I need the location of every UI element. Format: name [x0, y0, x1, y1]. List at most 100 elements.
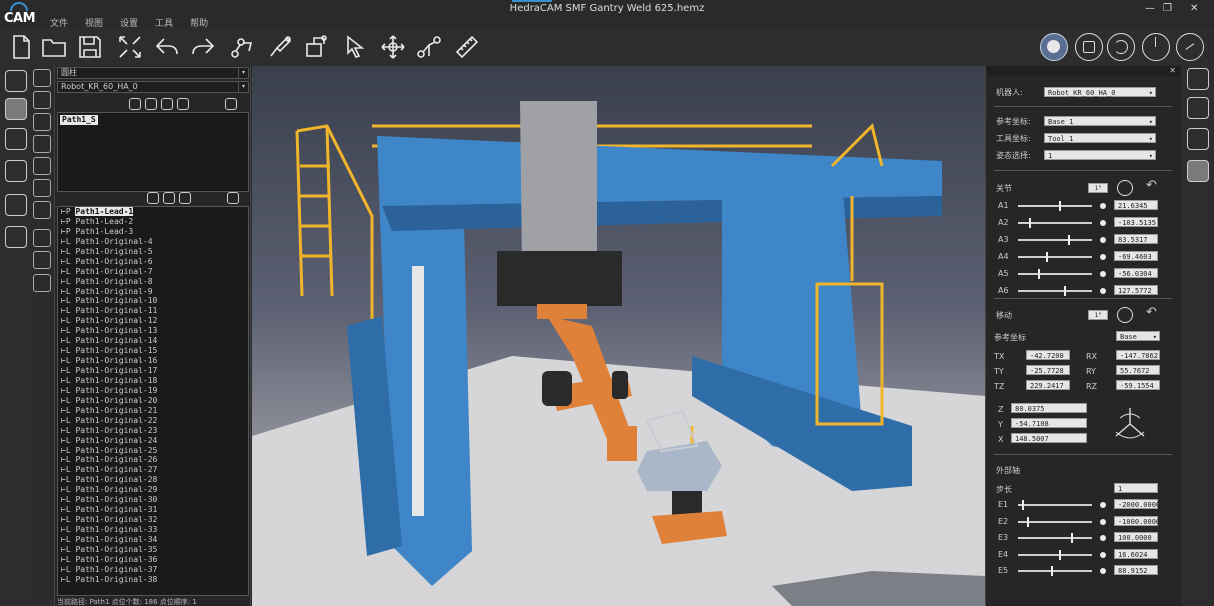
tree-row[interactable]: ⊢L Path1-Original-37 — [58, 565, 248, 575]
document-icon[interactable] — [1187, 97, 1209, 119]
view-mode-4-icon[interactable] — [1142, 33, 1170, 61]
joint-step-select[interactable]: 1° — [1088, 183, 1108, 193]
robot-icon[interactable] — [5, 128, 27, 150]
move-icon[interactable] — [378, 32, 408, 62]
add-point-icon[interactable] — [163, 192, 175, 204]
tree-row[interactable]: ⊢L Path1-Original-4 — [58, 237, 248, 247]
rotate-point-icon[interactable] — [179, 192, 191, 204]
joints-slider[interactable] — [1018, 235, 1092, 245]
z-field[interactable]: 80.0375 — [1011, 403, 1087, 413]
move-step-select[interactable]: 1° — [1088, 310, 1108, 320]
x-field[interactable]: 148.5007 — [1011, 433, 1087, 443]
search-icon[interactable] — [129, 98, 141, 110]
tool-icon[interactable] — [5, 160, 27, 182]
ext_axes-slider[interactable] — [1018, 516, 1092, 527]
post-process-icon[interactable] — [5, 226, 27, 248]
slider-thumb[interactable] — [1068, 235, 1071, 245]
ext_axes-value[interactable]: 16.6024 — [1114, 548, 1158, 559]
joints-slider[interactable] — [1018, 269, 1092, 279]
gauge-icon[interactable] — [33, 229, 51, 247]
robot-select[interactable]: Robot_KR_60_HA_0 — [1044, 87, 1156, 98]
simulation-icon[interactable] — [5, 194, 27, 216]
point-path-icon[interactable] — [33, 113, 51, 131]
ry-field[interactable]: 55.7672 — [1116, 365, 1160, 375]
y-field[interactable]: -54.7108 — [1011, 418, 1087, 428]
slider-thumb[interactable] — [1037, 269, 1040, 279]
joints-slider[interactable] — [1018, 201, 1092, 211]
curve-select-icon[interactable] — [33, 69, 51, 87]
ext_axes-slider[interactable] — [1018, 533, 1092, 543]
ty-field[interactable]: -25.7728 — [1026, 365, 1070, 375]
orientation-triad-icon[interactable] — [1106, 404, 1154, 444]
ext_axes-value[interactable]: 88.9152 — [1114, 565, 1158, 575]
path-edit-icon[interactable] — [5, 98, 27, 120]
tree-row[interactable]: ⊢L Path1-Original-14 — [58, 336, 248, 346]
tree-row[interactable]: ⊢P Path1-Lead-2 — [58, 217, 248, 227]
3d-viewport[interactable] — [252, 66, 985, 606]
tree-row[interactable]: ⊢L Path1-Original-10 — [58, 296, 248, 306]
slider-thumb[interactable] — [1046, 252, 1049, 262]
rotate-path-icon[interactable] — [33, 157, 51, 175]
view-mode-2-icon[interactable] — [1075, 33, 1103, 61]
tree-row[interactable]: ⊢L Path1-Original-19 — [58, 386, 248, 396]
slider-thumb[interactable] — [1063, 286, 1066, 296]
tree-row[interactable]: ⊢P Path1-Lead-1 — [58, 207, 248, 217]
slider-thumb[interactable] — [1071, 533, 1074, 543]
tree-row[interactable]: ⊢L Path1-Original-18 — [58, 376, 248, 386]
step-field[interactable]: 1 — [1114, 483, 1158, 493]
tree-row[interactable]: ⊢L Path1-Original-31 — [58, 505, 248, 515]
tree-row[interactable]: ⊢L Path1-Original-27 — [58, 465, 248, 475]
code-icon[interactable] — [33, 201, 51, 219]
tree-row[interactable]: ⊢L Path1-Original-20 — [58, 396, 248, 406]
maximize-button[interactable]: ❐ — [1163, 3, 1172, 14]
tree-row[interactable]: ⊢P Path1-Lead-3 — [58, 227, 248, 237]
tree-row[interactable]: ⊢L Path1-Original-33 — [58, 525, 248, 535]
config-select[interactable]: 1 — [1044, 150, 1156, 161]
view-mode-5-icon[interactable] — [1176, 33, 1204, 61]
tree-row[interactable]: ⊢L Path1-Original-30 — [58, 495, 248, 505]
view-mode-1-icon[interactable] — [1040, 33, 1068, 61]
move-up-icon[interactable] — [195, 192, 207, 204]
slider-thumb[interactable] — [1029, 218, 1032, 228]
joints-slider[interactable] — [1018, 218, 1092, 228]
joints-slider[interactable] — [1018, 286, 1092, 296]
slider-thumb[interactable] — [1026, 516, 1029, 527]
tree-row[interactable]: ⊢L Path1-Original-35 — [58, 545, 248, 555]
tree-row[interactable]: ⊢L Path1-Original-6 — [58, 257, 248, 267]
tree-row[interactable]: ⊢L Path1-Original-15 — [58, 346, 248, 356]
move-ref-select[interactable]: Base — [1116, 331, 1160, 342]
joints-value[interactable]: 83.5317 — [1114, 234, 1158, 244]
ext_axes-slider[interactable] — [1018, 500, 1092, 510]
undo-icon[interactable] — [152, 32, 182, 62]
close-button[interactable]: ✕ — [1190, 3, 1198, 14]
ext_axes-slider[interactable] — [1018, 566, 1092, 576]
view-mode-3-icon[interactable] — [1107, 33, 1135, 61]
open-folder-icon[interactable] — [39, 32, 69, 62]
link-path-icon[interactable] — [33, 135, 51, 153]
chevron-left-icon[interactable] — [193, 98, 205, 110]
tree-row[interactable]: ⊢L Path1-Original-32 — [58, 515, 248, 525]
chart-icon[interactable] — [33, 251, 51, 269]
tree-row[interactable]: ⊢L Path1-Original-12 — [58, 316, 248, 326]
slider-thumb[interactable] — [1058, 549, 1061, 560]
surface-path-icon[interactable] — [33, 91, 51, 109]
tree-row[interactable]: ⊢L Path1-Original-9 — [58, 287, 248, 297]
tree-row[interactable]: ⊢L Path1-Original-8 — [58, 277, 248, 287]
rz-field[interactable]: -59.1554 — [1116, 380, 1160, 390]
tree-row[interactable]: ⊢L Path1-Original-7 — [58, 267, 248, 277]
tree-row[interactable]: ⊢L Path1-Original-22 — [58, 416, 248, 426]
close-icon[interactable]: ✕ — [1169, 66, 1176, 75]
tree-row[interactable]: ⊢L Path1-Original-21 — [58, 406, 248, 416]
tree-row[interactable]: ⊢L Path1-Original-36 — [58, 555, 248, 565]
joints-value[interactable]: -56.0304 — [1114, 268, 1158, 278]
fit-view-icon[interactable] — [115, 32, 145, 62]
trash-icon[interactable] — [225, 98, 237, 110]
reset-icon[interactable]: ↶ — [1146, 305, 1157, 320]
copy-icon[interactable] — [177, 98, 189, 110]
move-down-icon[interactable] — [211, 192, 223, 204]
robot-combo[interactable]: Robot_KR_60_HA_0 ▾ — [57, 81, 249, 93]
path-item[interactable]: Path1_S — [60, 115, 98, 125]
tree-row[interactable]: ⊢L Path1-Original-5 — [58, 247, 248, 257]
reset-icon[interactable]: ↶ — [1146, 178, 1157, 193]
tree-row[interactable]: ⊢L Path1-Original-17 — [58, 366, 248, 376]
